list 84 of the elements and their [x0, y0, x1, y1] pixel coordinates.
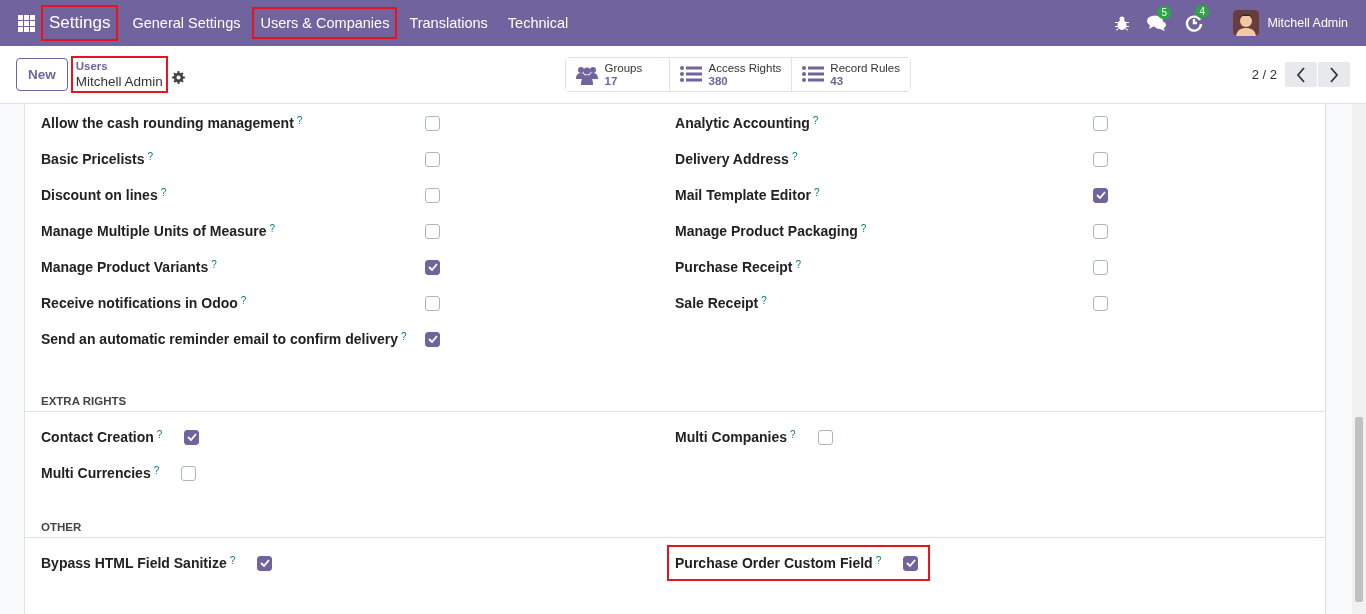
checkbox[interactable]	[425, 151, 440, 167]
help-tooltip[interactable]: ?	[269, 223, 276, 234]
list-icon	[680, 64, 703, 85]
checkbox[interactable]	[184, 429, 200, 445]
field-label: Receive notifications in Odoo	[41, 295, 238, 311]
field-label: Delivery Address	[675, 151, 789, 167]
checkbox[interactable]	[425, 187, 440, 203]
chat-icon[interactable]	[1147, 15, 1168, 31]
field-label: Sale Receipt	[675, 295, 759, 311]
field-label: Manage Multiple Units of Measure	[41, 223, 267, 239]
checkbox[interactable]	[1093, 187, 1108, 203]
pager-value: 2 / 2	[1251, 67, 1277, 82]
checkbox[interactable]	[1093, 259, 1108, 275]
help-tooltip[interactable]: ?	[761, 295, 767, 306]
help-tooltip[interactable]: ?	[790, 429, 796, 440]
checkbox[interactable]	[1093, 295, 1108, 311]
help-tooltip[interactable]: ?	[211, 259, 217, 270]
field-label: Send an automatic reminder email to confirm delivery	[41, 331, 399, 347]
help-tooltip[interactable]: ?	[153, 465, 160, 476]
help-tooltip[interactable]: ?	[795, 259, 802, 270]
field-label: Bypass HTML Field Sanitize	[41, 555, 227, 571]
checkbox[interactable]	[817, 429, 833, 445]
menu-item[interactable]: General Settings	[124, 7, 249, 39]
field-label: Allow the cash rounding management	[41, 115, 294, 131]
field-label: Multi Currencies	[41, 465, 151, 481]
activity-count-badge: 4	[1195, 5, 1209, 18]
checkbox[interactable]	[1093, 151, 1108, 167]
clock-icon[interactable]	[1185, 14, 1204, 32]
help-tooltip[interactable]: ?	[813, 187, 820, 198]
help-tooltip[interactable]: ?	[160, 187, 167, 198]
menu-item[interactable]: Users & Companies	[252, 7, 398, 39]
field-label: Discount on lines	[41, 187, 158, 203]
bug-icon[interactable]	[1115, 15, 1130, 31]
scrollbar[interactable]	[1352, 104, 1366, 614]
app-title[interactable]: Settings	[41, 5, 119, 41]
field-label: Manage Product Packaging	[675, 223, 858, 239]
field-label: Mail Template Editor	[675, 187, 811, 203]
help-tooltip[interactable]: ?	[147, 151, 154, 162]
checkbox[interactable]	[181, 465, 197, 481]
list-icon	[802, 64, 825, 85]
help-tooltip[interactable]: ?	[229, 555, 236, 566]
menu-item[interactable]: Technical	[499, 7, 577, 39]
chevron-right-icon	[1329, 66, 1339, 83]
help-tooltip[interactable]: ?	[791, 151, 798, 162]
help-tooltip[interactable]: ?	[240, 295, 247, 306]
field-label: Contact Creation	[41, 429, 154, 445]
help-tooltip[interactable]: ?	[875, 555, 882, 566]
help-tooltip[interactable]: ?	[296, 115, 303, 126]
field-label: Multi Companies	[675, 429, 788, 445]
new-button[interactable]: New	[16, 58, 68, 91]
next-button[interactable]	[1318, 62, 1350, 87]
field-label: Basic Pricelists	[41, 151, 145, 167]
help-tooltip[interactable]: ?	[860, 223, 867, 234]
field-label: Purchase Receipt	[675, 259, 793, 275]
checkbox[interactable]	[425, 331, 440, 347]
apps-menu-icon[interactable]	[18, 14, 35, 32]
smart-button[interactable]: Groups 17	[566, 58, 671, 91]
checkbox[interactable]	[1093, 223, 1108, 239]
menu-item[interactable]: Translations	[401, 7, 496, 39]
breadcrumb-link[interactable]: Users	[75, 59, 163, 73]
field-label: Manage Product Variants	[41, 259, 209, 275]
help-tooltip[interactable]: ?	[401, 331, 407, 342]
checkbox[interactable]	[425, 259, 440, 275]
chevron-left-icon	[1296, 66, 1306, 83]
previous-button[interactable]	[1285, 62, 1317, 87]
scrollbar-thumb[interactable]	[1355, 417, 1363, 602]
help-tooltip[interactable]: ?	[156, 429, 163, 440]
section-heading: EXTRA RIGHTS	[25, 385, 1325, 412]
checkbox[interactable]	[425, 115, 440, 131]
section-heading: OTHER	[25, 511, 1325, 538]
message-count-badge: 5	[1157, 6, 1171, 19]
checkbox[interactable]	[425, 223, 440, 239]
checkbox[interactable]	[903, 555, 919, 571]
user-name[interactable]: Mitchell Admin	[1267, 16, 1348, 30]
users-icon	[576, 64, 599, 85]
checkbox[interactable]	[425, 295, 440, 311]
checkbox[interactable]	[1093, 115, 1108, 131]
field-label: Analytic Accounting	[675, 115, 810, 131]
field-label: Purchase Order Custom Field	[675, 555, 873, 571]
gear-icon[interactable]	[171, 71, 185, 84]
checkbox[interactable]	[257, 555, 273, 571]
record-name: Mitchell Admin	[75, 73, 163, 90]
user-avatar[interactable]	[1233, 10, 1260, 36]
help-tooltip[interactable]: ?	[812, 115, 819, 126]
